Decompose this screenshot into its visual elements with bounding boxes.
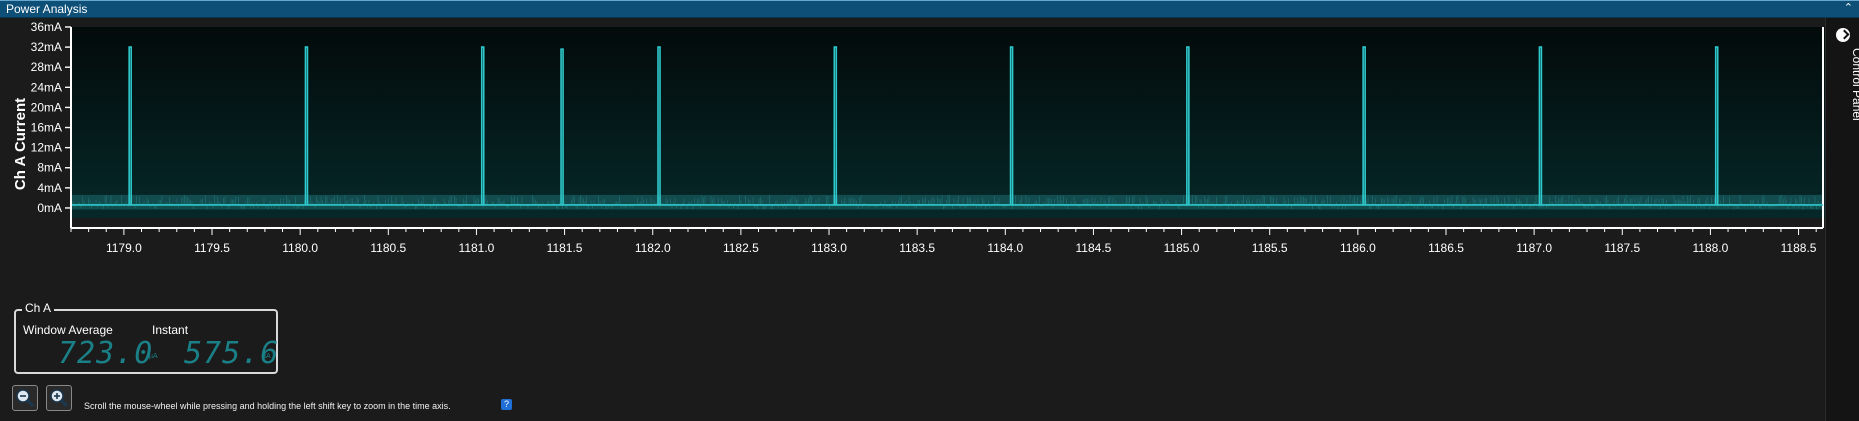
y-tick-label: 0mA <box>37 201 62 215</box>
x-tick-label: 1183.0 <box>811 241 847 255</box>
x-tick-label: 1181.0 <box>459 241 495 255</box>
x-tick-label: 1188.0 <box>1693 241 1729 255</box>
y-tick-label: 16mA <box>31 121 62 135</box>
y-tick-label: 20mA <box>31 100 62 114</box>
window-average-value: 723.0 <box>58 336 154 371</box>
zoom-hint-text: Scroll the mouse-wheel while pressing an… <box>84 401 451 411</box>
x-tick-label: 1186.0 <box>1340 241 1376 255</box>
y-tick-label: 32mA <box>31 40 62 54</box>
chevron-circle-icon[interactable] <box>1836 28 1850 42</box>
x-tick-label: 1182.5 <box>723 241 759 255</box>
x-tick-label: 1187.5 <box>1604 241 1640 255</box>
x-tick-label: 1184.5 <box>1076 241 1112 255</box>
plot-area[interactable] <box>71 27 1825 218</box>
x-tick-label: 1182.0 <box>635 241 671 255</box>
control-panel-sidebar[interactable]: Control Panel <box>1825 18 1859 421</box>
y-tick-label: 12mA <box>31 141 62 155</box>
y-tick-label: 36mA <box>31 20 62 34</box>
instant-unit: µA <box>262 353 271 360</box>
window-average-unit: µA <box>149 353 158 360</box>
x-tick-label: 1180.5 <box>370 241 406 255</box>
y-tick-label: 28mA <box>31 60 62 74</box>
channel-a-legend: Ch A <box>22 301 55 315</box>
x-tick-label: 1188.5 <box>1781 241 1817 255</box>
x-tick-label: 1186.5 <box>1428 241 1464 255</box>
x-tick-label: 1184.0 <box>987 241 1023 255</box>
x-tick-label: 1183.5 <box>899 241 935 255</box>
zoom-in-icon <box>50 389 69 408</box>
window-average-label: Window Average <box>23 323 113 337</box>
x-tick-label: 1179.5 <box>194 241 230 255</box>
x-tick-label: 1181.5 <box>547 241 583 255</box>
control-panel-tab[interactable]: Control Panel <box>1850 48 1859 121</box>
collapse-chevron-icon[interactable]: ⌃ <box>1844 1 1853 14</box>
x-tick-label: 1179.0 <box>106 241 142 255</box>
x-tick-label: 1187.0 <box>1516 241 1552 255</box>
y-tick-label: 4mA <box>37 181 62 195</box>
y-tick-label: 24mA <box>31 80 62 94</box>
x-tick-label: 1185.0 <box>1164 241 1200 255</box>
x-tick-label: 1185.5 <box>1252 241 1288 255</box>
x-tick-label: 1180.0 <box>282 241 318 255</box>
zoom-out-icon <box>16 389 35 408</box>
channel-a-panel: Ch A Window Average Instant 723.0 µA 575… <box>14 301 278 374</box>
current-chart[interactable]: 36mA 32mA 28mA 24mA 20mA 16mA 12mA 8mA 4mA 0mA 11… <box>0 0 1825 305</box>
y-axis-title: Ch A Current <box>12 98 29 190</box>
help-icon[interactable]: ? <box>501 399 512 410</box>
instant-label: Instant <box>152 323 189 337</box>
y-tick-label: 8mA <box>37 161 62 175</box>
zoom-out-button[interactable] <box>12 385 38 411</box>
zoom-in-button[interactable] <box>46 385 72 411</box>
